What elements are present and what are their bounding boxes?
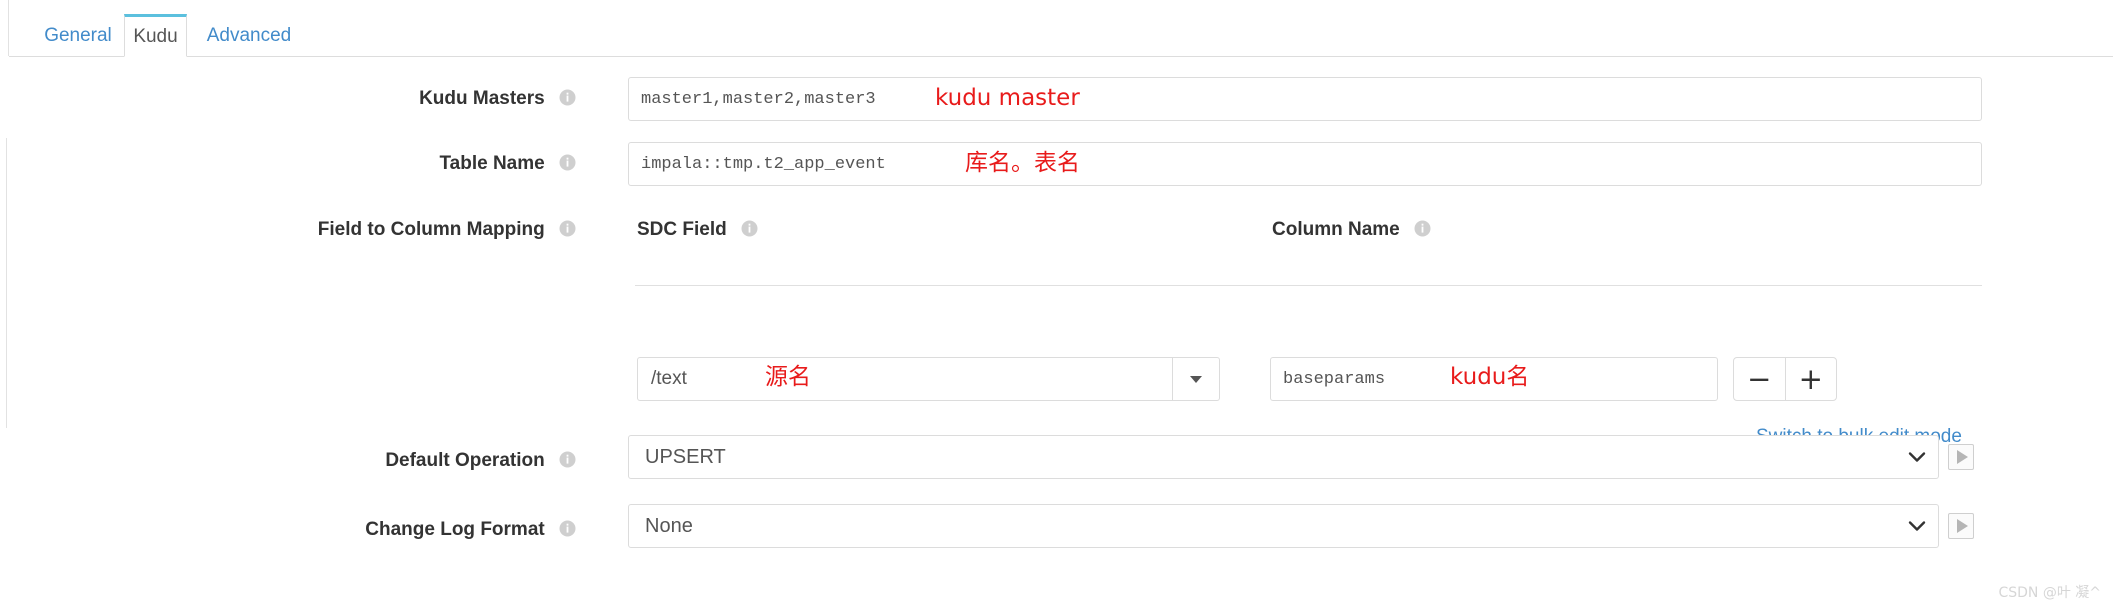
- column-header-sdc-field: SDC Field: [637, 219, 727, 241]
- default-operation-select[interactable]: UPSERT: [628, 435, 1939, 479]
- default-operation-value: UPSERT: [645, 445, 726, 468]
- chevron-down-icon: [1896, 451, 1938, 463]
- sdc-field-dropdown[interactable]: /text: [637, 357, 1220, 401]
- default-operation-label-group: Default Operation: [200, 451, 576, 470]
- change-log-format-label: Change Log Format: [365, 519, 545, 541]
- default-operation-expression-button[interactable]: [1948, 444, 1974, 470]
- sdc-field-value: /text: [651, 368, 687, 389]
- tab-advanced-label: Advanced: [206, 25, 292, 46]
- kudu-masters-input[interactable]: [628, 77, 1982, 121]
- change-log-format-value: None: [645, 514, 693, 537]
- remove-mapping-row-button[interactable]: −: [1734, 358, 1786, 400]
- table-name-label: Table Name: [439, 153, 545, 175]
- column-header-column-name-group: Column Name: [1272, 220, 1431, 239]
- kudu-masters-label: Kudu Masters: [419, 88, 545, 110]
- change-log-format-label-group: Change Log Format: [200, 520, 576, 539]
- change-log-format-expression-button[interactable]: [1948, 513, 1974, 539]
- info-icon[interactable]: [559, 220, 576, 237]
- column-header-sdc-field-group: SDC Field: [637, 220, 758, 239]
- tab-kudu[interactable]: Kudu: [124, 14, 187, 57]
- field-to-column-mapping-label-group: Field to Column Mapping: [200, 220, 576, 239]
- default-operation-label: Default Operation: [385, 450, 545, 472]
- table-name-label-group: Table Name: [200, 154, 576, 173]
- mapping-row-actions: − +: [1733, 357, 1837, 401]
- watermark: CSDN @叶 凝^: [1998, 585, 2101, 601]
- config-tab-strip: General Kudu Advanced: [9, 0, 2113, 57]
- change-log-format-select[interactable]: None: [628, 504, 1939, 548]
- column-header-column-name: Column Name: [1272, 219, 1400, 241]
- info-icon[interactable]: [559, 89, 576, 106]
- add-mapping-row-button[interactable]: +: [1786, 358, 1837, 400]
- column-name-input[interactable]: [1270, 357, 1718, 401]
- table-name-input[interactable]: [628, 142, 1982, 186]
- kudu-config-form: Kudu Masters kudu master Table Name: [0, 57, 2113, 609]
- chevron-down-icon: [1896, 520, 1938, 532]
- kudu-masters-label-group: Kudu Masters: [200, 89, 576, 108]
- mapping-table-divider: [635, 285, 1982, 286]
- kudu-destination-config-panel: General Kudu Advanced Kudu Masters maste…: [0, 0, 2113, 609]
- info-icon[interactable]: [559, 451, 576, 468]
- field-to-column-mapping-label: Field to Column Mapping: [317, 219, 545, 241]
- tab-general[interactable]: General: [32, 14, 124, 57]
- tab-general-label: General: [44, 25, 112, 46]
- tab-kudu-label: Kudu: [133, 26, 178, 47]
- tab-advanced[interactable]: Advanced: [194, 14, 304, 57]
- info-icon[interactable]: [1414, 220, 1431, 237]
- info-icon[interactable]: [741, 220, 758, 237]
- info-icon[interactable]: [559, 154, 576, 171]
- info-icon[interactable]: [559, 520, 576, 537]
- chevron-down-icon[interactable]: [1172, 358, 1219, 400]
